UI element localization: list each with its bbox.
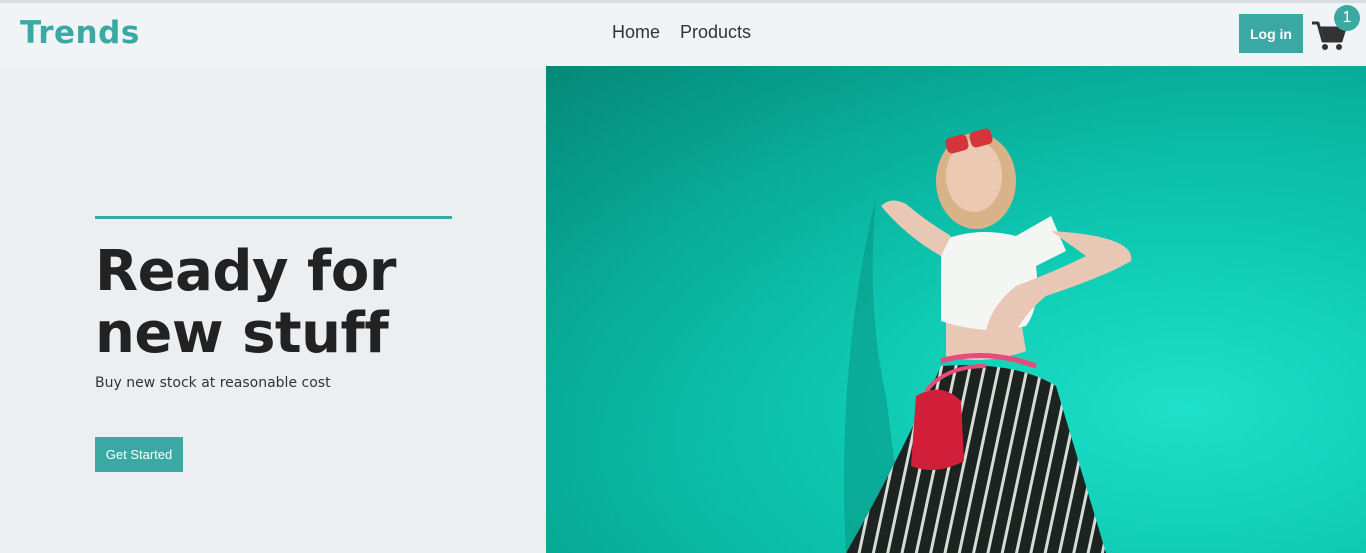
hero-title-line1: Ready for	[95, 239, 396, 304]
hero-title-line2: new stuff	[95, 301, 389, 366]
login-button[interactable]: Log in	[1239, 14, 1303, 53]
hero-subtitle: Buy new stock at reasonable cost	[95, 375, 331, 391]
brand-logo[interactable]: Trends	[20, 15, 140, 51]
cart-count-badge: 1	[1334, 5, 1360, 31]
hero-image	[546, 66, 1366, 553]
nav-link-products[interactable]: Products	[680, 22, 751, 43]
main-nav: Home Products	[612, 22, 751, 43]
navbar: Trends Home Products Log in 1	[0, 3, 1366, 66]
nav-link-home[interactable]: Home	[612, 22, 660, 43]
fashion-model-photo	[546, 66, 1366, 553]
hero-section: Ready for new stuff Buy new stock at rea…	[0, 66, 546, 553]
hero-accent-rule	[95, 216, 452, 219]
cart-button[interactable]: 1	[1311, 5, 1360, 55]
get-started-button[interactable]: Get Started	[95, 437, 183, 472]
hero-title: Ready for new stuff	[95, 241, 515, 365]
